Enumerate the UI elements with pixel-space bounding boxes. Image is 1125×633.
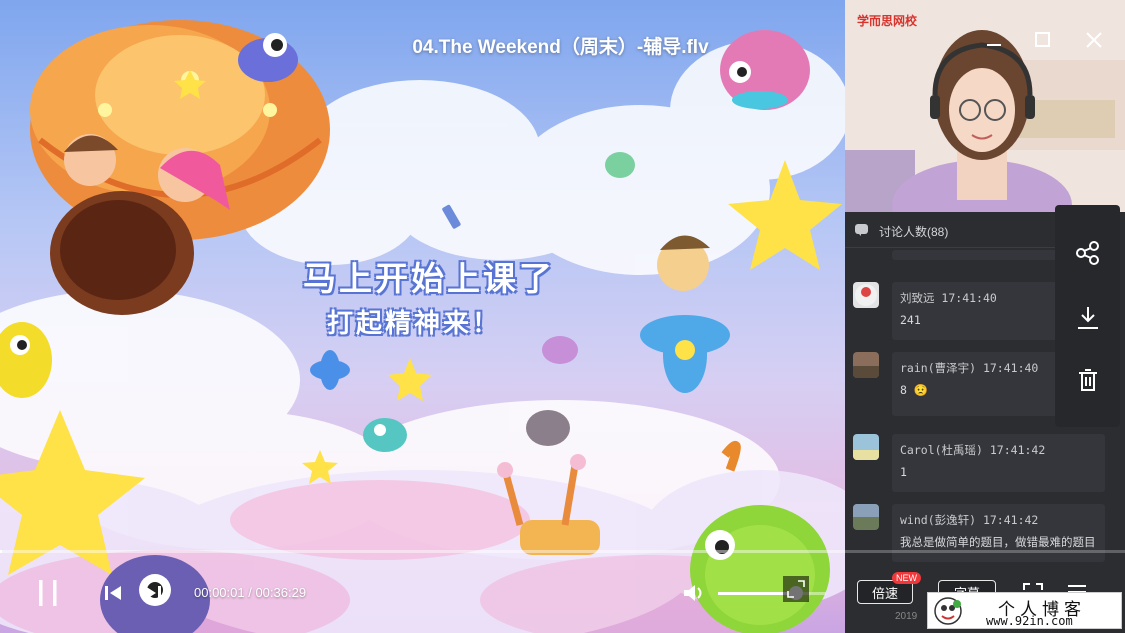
side-toolbar <box>1055 205 1120 427</box>
chat-cut-timestamp: 2019 <box>895 611 918 622</box>
chat-meta: wind(彭逸轩) 17:41:42 <box>900 513 1039 527</box>
skip-next-icon <box>145 586 161 600</box>
new-badge: NEW <box>892 572 921 584</box>
volume-button[interactable] <box>680 578 708 608</box>
video-frame[interactable]: 马上开始上课了 打起精神来！ <box>0 0 845 633</box>
chat-bubble: Carol(杜禹瑶) 17:41:42 1 <box>892 434 1105 492</box>
download-icon <box>1077 307 1098 329</box>
playback-speed-label: 倍速 <box>871 585 898 601</box>
avatar <box>853 352 879 378</box>
chat-header: 讨论人数(88) <box>845 212 1055 248</box>
blog-watermark: 个人博客 www.92in.com <box>927 592 1122 629</box>
window-title: 04.The Weekend（周末）-辅导.flv <box>0 32 1125 59</box>
chat-meta: Carol(杜禹瑶) 17:41:42 <box>900 443 1046 457</box>
window-title-text: 04.The Weekend（周末）-辅导.flv <box>412 37 709 58</box>
share-button[interactable] <box>1055 218 1120 288</box>
picture-in-picture-icon <box>783 576 809 602</box>
watermark-url: www.92in.com <box>986 614 1073 628</box>
avatar <box>853 504 879 530</box>
delete-icon <box>1078 369 1097 391</box>
slogan-line-1: 马上开始上课了 <box>303 259 555 298</box>
progress-fill <box>0 550 2 553</box>
chat-text: 1 <box>900 465 907 479</box>
chat-bubble-icon <box>855 224 868 236</box>
download-button[interactable] <box>1055 283 1120 353</box>
skip-previous-icon <box>105 586 121 600</box>
chat-participant-count: 讨论人数(88) <box>879 225 949 239</box>
video-player-window: 马上开始上课了 打起精神来！ 学而思网校 04.The Weekend（周末）-… <box>0 0 1125 633</box>
share-icon <box>1075 241 1099 265</box>
previous-button[interactable] <box>100 578 126 608</box>
next-button[interactable] <box>140 578 166 608</box>
slogan-line-2: 打起精神来！ <box>327 309 502 339</box>
delete-button[interactable] <box>1055 345 1120 415</box>
time-display: 00:00:01 / 00:36:29 <box>194 585 307 600</box>
watermark-logo <box>934 597 962 625</box>
pause-icon <box>39 580 57 606</box>
school-logo: 学而思网校 <box>857 14 918 28</box>
pause-button[interactable] <box>32 578 64 608</box>
volume-icon <box>684 585 702 601</box>
progress-bar-extension <box>845 550 1125 553</box>
progress-bar[interactable] <box>0 550 845 553</box>
picture-in-picture-button[interactable] <box>782 574 810 604</box>
avatar <box>853 282 879 308</box>
chat-bubble: wind(彭逸轩) 17:41:42 我总是做简单的题目，做错最难的题目 <box>892 504 1105 562</box>
avatar <box>853 434 879 460</box>
